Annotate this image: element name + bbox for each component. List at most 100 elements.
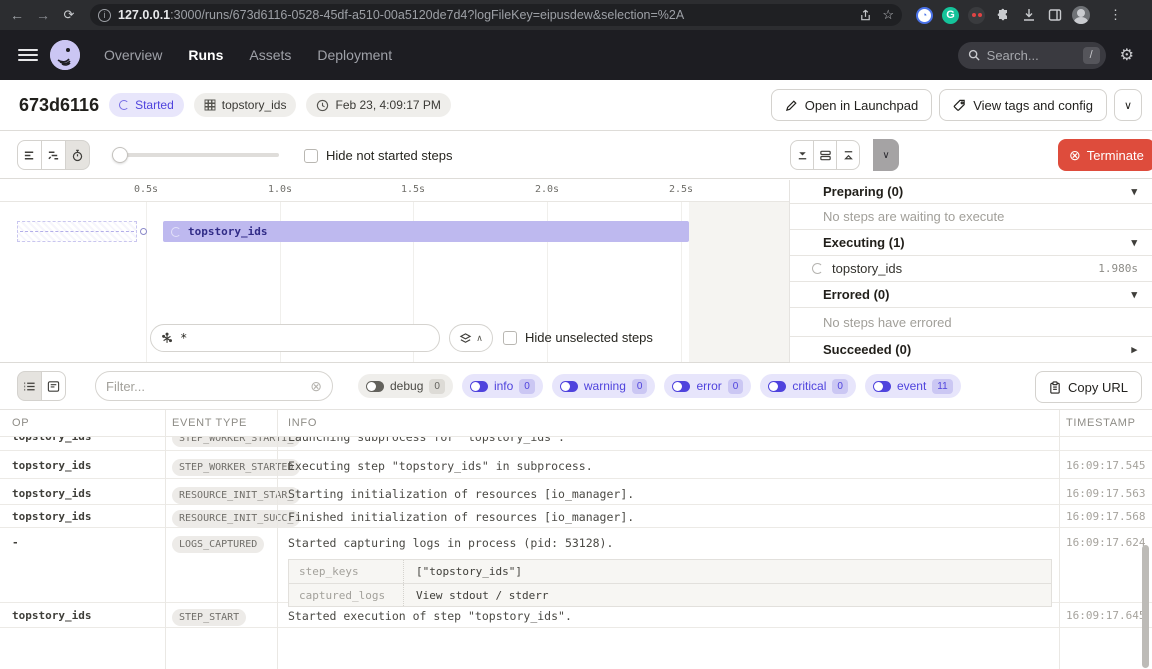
view-flat-button[interactable] xyxy=(17,140,42,170)
panel-expand-up-button[interactable] xyxy=(836,140,860,170)
run-actions-dropdown-button[interactable]: ∨ xyxy=(1114,89,1142,121)
clear-filter-icon[interactable]: ⊗ xyxy=(310,378,322,395)
toggle-icon xyxy=(768,381,786,392)
log-filter-input[interactable] xyxy=(106,379,310,394)
view-timed-button[interactable] xyxy=(65,140,90,170)
site-info-icon[interactable]: i xyxy=(98,9,111,22)
axis-tick: 2.5s xyxy=(669,184,693,195)
op-selector-icon xyxy=(161,332,173,345)
chip-debug[interactable]: debug0 xyxy=(358,374,453,398)
address-bar[interactable]: i 127.0.0.1:3000/runs/673d6116-0528-45df… xyxy=(90,4,902,26)
chip-count: 0 xyxy=(632,379,648,394)
caret-down-icon: ▾ xyxy=(1131,288,1137,301)
view-tags-config-button[interactable]: View tags and config xyxy=(939,89,1107,121)
browser-forward-icon[interactable]: → xyxy=(30,7,56,23)
panel-collapse-down-button[interactable] xyxy=(790,140,814,170)
chip-event[interactable]: event11 xyxy=(865,374,961,398)
timestamp-link[interactable]: 16:09:17.563 xyxy=(1059,479,1152,508)
log-structured-view-button[interactable] xyxy=(41,371,66,401)
download-icon[interactable] xyxy=(1020,7,1037,24)
bookmark-star-icon[interactable]: ☆ xyxy=(882,7,894,23)
status-badge: Started xyxy=(109,93,184,117)
tag-icon xyxy=(953,99,966,112)
hide-not-started-checkbox-input[interactable] xyxy=(304,149,318,163)
extension-clock-icon[interactable]: ◔ xyxy=(916,7,933,24)
nav-item-overview[interactable]: Overview xyxy=(104,47,162,63)
axis-tick: 1.5s xyxy=(401,184,425,195)
chip-error[interactable]: error0 xyxy=(664,374,751,398)
table-row[interactable]: topstory_ids STEP_WORKER_STARTED Executi… xyxy=(0,451,1152,479)
table-header-row: OP EVENT TYPE INFO TIMESTAMP xyxy=(0,410,1152,437)
graph-layers-button[interactable]: ∧ xyxy=(449,324,493,352)
scrollbar-thumb[interactable] xyxy=(1142,545,1149,668)
profile-avatar[interactable] xyxy=(1072,6,1090,24)
timestamp-link[interactable] xyxy=(1059,437,1152,438)
job-badge[interactable]: topstory_ids xyxy=(194,93,297,117)
step-selection-value[interactable] xyxy=(180,331,429,345)
browser-back-icon[interactable]: ← xyxy=(4,7,30,23)
dagster-logo[interactable] xyxy=(50,40,80,70)
nav-item-assets[interactable]: Assets xyxy=(249,47,291,63)
reexecute-dropdown-button[interactable]: ∨ xyxy=(873,139,899,171)
view-stdout-stderr-link[interactable]: View stdout / stderr xyxy=(404,589,548,602)
executing-step-row[interactable]: topstory_ids 1.980s xyxy=(790,256,1152,282)
terminate-button[interactable]: ⊗ Terminate xyxy=(1058,139,1152,171)
table-row[interactable]: topstory_ids STEP_START Started executio… xyxy=(0,603,1152,628)
gear-icon[interactable]: ⚙ xyxy=(1120,45,1134,65)
app-window: ← → ⟳ i 127.0.0.1:3000/runs/673d6116-052… xyxy=(0,0,1152,669)
table-row[interactable]: topstory_ids RESOURCE_INIT_STAR_ Startin… xyxy=(0,479,1152,505)
col-header-op: OP xyxy=(0,417,165,429)
view-waterfall-button[interactable] xyxy=(41,140,66,170)
chip-critical[interactable]: critical0 xyxy=(760,374,856,398)
extension-red-eyes-icon[interactable] xyxy=(968,7,985,24)
copy-url-button[interactable]: Copy URL xyxy=(1035,371,1142,403)
gantt-step-bar[interactable]: topstory_ids xyxy=(163,221,689,242)
section-succeeded[interactable]: Succeeded (0)▸ xyxy=(790,337,1152,363)
browser-menu-icon[interactable]: ⋮ xyxy=(1109,7,1122,23)
hide-unselected-checkbox[interactable]: Hide unselected steps xyxy=(503,330,653,345)
toggle-icon xyxy=(873,381,891,392)
sidebar-icon[interactable] xyxy=(1046,7,1063,24)
chevron-down-icon: ∨ xyxy=(1124,99,1132,112)
chip-info[interactable]: info0 xyxy=(462,374,543,398)
section-executing[interactable]: Executing (1)▾ xyxy=(790,230,1152,256)
main-nav: Overview Runs Assets Deployment xyxy=(104,47,392,63)
nav-item-deployment[interactable]: Deployment xyxy=(317,47,392,63)
search-placeholder: Search... xyxy=(987,48,1083,63)
panel-split-button[interactable] xyxy=(813,140,837,170)
table-row[interactable]: topstory_ids STEP_WORKER_STARTI_ Launchi… xyxy=(0,437,1152,451)
toggle-icon xyxy=(672,381,690,392)
chip-warning[interactable]: warning0 xyxy=(552,374,656,398)
extensions-puzzle-icon[interactable] xyxy=(994,7,1011,24)
gantt-pending-marker[interactable] xyxy=(17,221,137,242)
zoom-slider-knob[interactable] xyxy=(112,147,128,163)
section-errored[interactable]: Errored (0)▾ xyxy=(790,282,1152,308)
timestamp-link[interactable]: 16:09:17.545 xyxy=(1059,451,1152,480)
hide-unselected-checkbox-input[interactable] xyxy=(503,331,517,345)
grammarly-icon[interactable]: G xyxy=(942,7,959,24)
pencil-icon xyxy=(785,99,798,112)
open-launchpad-button[interactable]: Open in Launchpad xyxy=(771,89,932,121)
meta-key: step_keys xyxy=(289,560,404,583)
event-type-badge: LOGS_CAPTURED xyxy=(172,536,264,553)
event-type-badge: STEP_START xyxy=(172,609,246,626)
section-preparing[interactable]: Preparing (0)▾ xyxy=(790,180,1152,204)
hide-not-started-checkbox[interactable]: Hide not started steps xyxy=(304,148,452,163)
search-input[interactable]: Search... / xyxy=(958,42,1106,69)
chip-count: 0 xyxy=(832,379,848,394)
timestamp-link[interactable]: 16:09:17.645 xyxy=(1059,603,1152,630)
table-row[interactable]: - LOGS_CAPTURED Started capturing logs i… xyxy=(0,528,1152,603)
share-icon[interactable] xyxy=(859,9,872,22)
run-header: 673d6116 Started topstory_ids Feb 23, 4:… xyxy=(0,80,1152,131)
step-selection-input[interactable] xyxy=(150,324,440,352)
spinner-icon xyxy=(119,100,129,110)
browser-reload-icon[interactable]: ⟳ xyxy=(56,7,82,23)
nav-item-runs[interactable]: Runs xyxy=(188,47,223,63)
log-list-view-button[interactable] xyxy=(17,371,42,401)
timestamp-link[interactable]: 16:09:17.624 xyxy=(1059,528,1152,557)
log-filter-field[interactable]: ⊗ xyxy=(95,371,333,401)
hamburger-menu-icon[interactable] xyxy=(18,46,38,64)
table-row[interactable]: topstory_ids RESOURCE_INIT_SUCC_ Finishe… xyxy=(0,505,1152,528)
reexecute-button[interactable]: Re-execute (topstory_ids) ∨ xyxy=(873,139,899,171)
zoom-slider[interactable] xyxy=(113,153,279,157)
